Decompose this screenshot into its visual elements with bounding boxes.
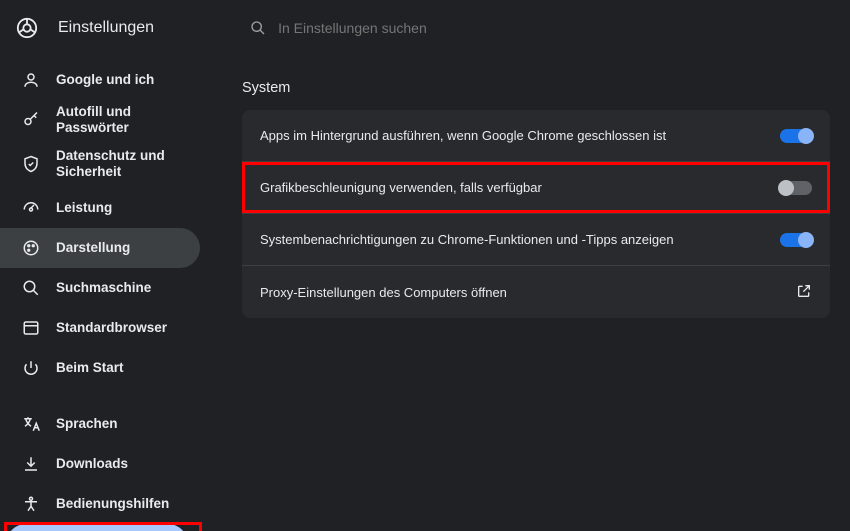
setting-label: Grafikbeschleunigung verwenden, falls ve… bbox=[260, 180, 542, 195]
sidebar-item-languages[interactable]: Sprachen bbox=[0, 404, 200, 444]
sidebar-item-label: Google und ich bbox=[56, 72, 186, 88]
sidebar-item-label: Beim Start bbox=[56, 360, 186, 376]
power-icon bbox=[22, 359, 40, 377]
chrome-logo-icon bbox=[16, 17, 38, 39]
setting-row-notifications: Systembenachrichtigungen zu Chrome-Funkt… bbox=[242, 214, 830, 266]
search-icon bbox=[250, 20, 266, 36]
palette-icon bbox=[22, 239, 40, 257]
sidebar-item-label: Datenschutz und Sicherheit bbox=[56, 148, 186, 180]
sidebar-item-label: Bedienungshilfen bbox=[56, 496, 186, 512]
download-icon bbox=[22, 455, 40, 473]
browser-icon bbox=[22, 319, 40, 337]
open-external-icon bbox=[796, 283, 812, 302]
sidebar-item-performance[interactable]: Leistung bbox=[0, 188, 200, 228]
setting-row-proxy[interactable]: Proxy-Einstellungen des Computers öffnen bbox=[242, 266, 830, 318]
sidebar-item-label: Autofill und Passwörter bbox=[56, 104, 186, 136]
sidebar-item-system[interactable]: System bbox=[6, 524, 188, 531]
sidebar-item-label: Downloads bbox=[56, 456, 186, 472]
sidebar-item-label: Sprachen bbox=[56, 416, 186, 432]
sidebar-item-label: Leistung bbox=[56, 200, 186, 216]
settings-card: Apps im Hintergrund ausführen, wenn Goog… bbox=[242, 110, 830, 318]
sidebar-item-label: Standardbrowser bbox=[56, 320, 186, 336]
sidebar-item-downloads[interactable]: Downloads bbox=[0, 444, 200, 484]
sidebar: Google und ich Autofill und Passwörter Dat… bbox=[0, 56, 212, 531]
setting-label: Systembenachrichtigungen zu Chrome-Funkt… bbox=[260, 232, 674, 247]
section-title: System bbox=[242, 80, 830, 96]
header: Einstellungen bbox=[0, 0, 850, 56]
sidebar-item-on-startup[interactable]: Beim Start bbox=[0, 348, 200, 388]
main-content: System Apps im Hintergrund ausführen, we… bbox=[212, 56, 850, 531]
setting-label: Apps im Hintergrund ausführen, wenn Goog… bbox=[260, 128, 666, 143]
access-icon bbox=[22, 495, 40, 513]
lang-icon bbox=[22, 415, 40, 433]
setting-row-hw-accel: Grafikbeschleunigung verwenden, falls ve… bbox=[242, 162, 830, 214]
sidebar-item-you-and-google[interactable]: Google und ich bbox=[0, 60, 200, 100]
sidebar-item-label: Suchmaschine bbox=[56, 280, 186, 296]
toggle-hw-accel[interactable] bbox=[780, 181, 812, 195]
sidebar-item-label: Darstellung bbox=[56, 240, 186, 256]
shield-icon bbox=[22, 155, 40, 173]
search-icon bbox=[22, 279, 40, 297]
sidebar-item-accessibility[interactable]: Bedienungshilfen bbox=[0, 484, 200, 524]
sidebar-item-appearance[interactable]: Darstellung bbox=[0, 228, 200, 268]
speed-icon bbox=[22, 199, 40, 217]
sidebar-item-autofill[interactable]: Autofill und Passwörter bbox=[0, 100, 200, 140]
toggle-bg-apps[interactable] bbox=[780, 129, 812, 143]
setting-label: Proxy-Einstellungen des Computers öffnen bbox=[260, 285, 507, 300]
person-icon bbox=[22, 71, 40, 89]
toggle-notifications[interactable] bbox=[780, 233, 812, 247]
search-input[interactable] bbox=[278, 20, 578, 36]
search-box[interactable] bbox=[234, 10, 594, 46]
sidebar-item-privacy[interactable]: Datenschutz und Sicherheit bbox=[0, 140, 200, 188]
page-title: Einstellungen bbox=[58, 19, 154, 37]
setting-row-bg-apps: Apps im Hintergrund ausführen, wenn Goog… bbox=[242, 110, 830, 162]
sidebar-item-search[interactable]: Suchmaschine bbox=[0, 268, 200, 308]
key-icon bbox=[22, 111, 40, 129]
sidebar-item-default-browser[interactable]: Standardbrowser bbox=[0, 308, 200, 348]
